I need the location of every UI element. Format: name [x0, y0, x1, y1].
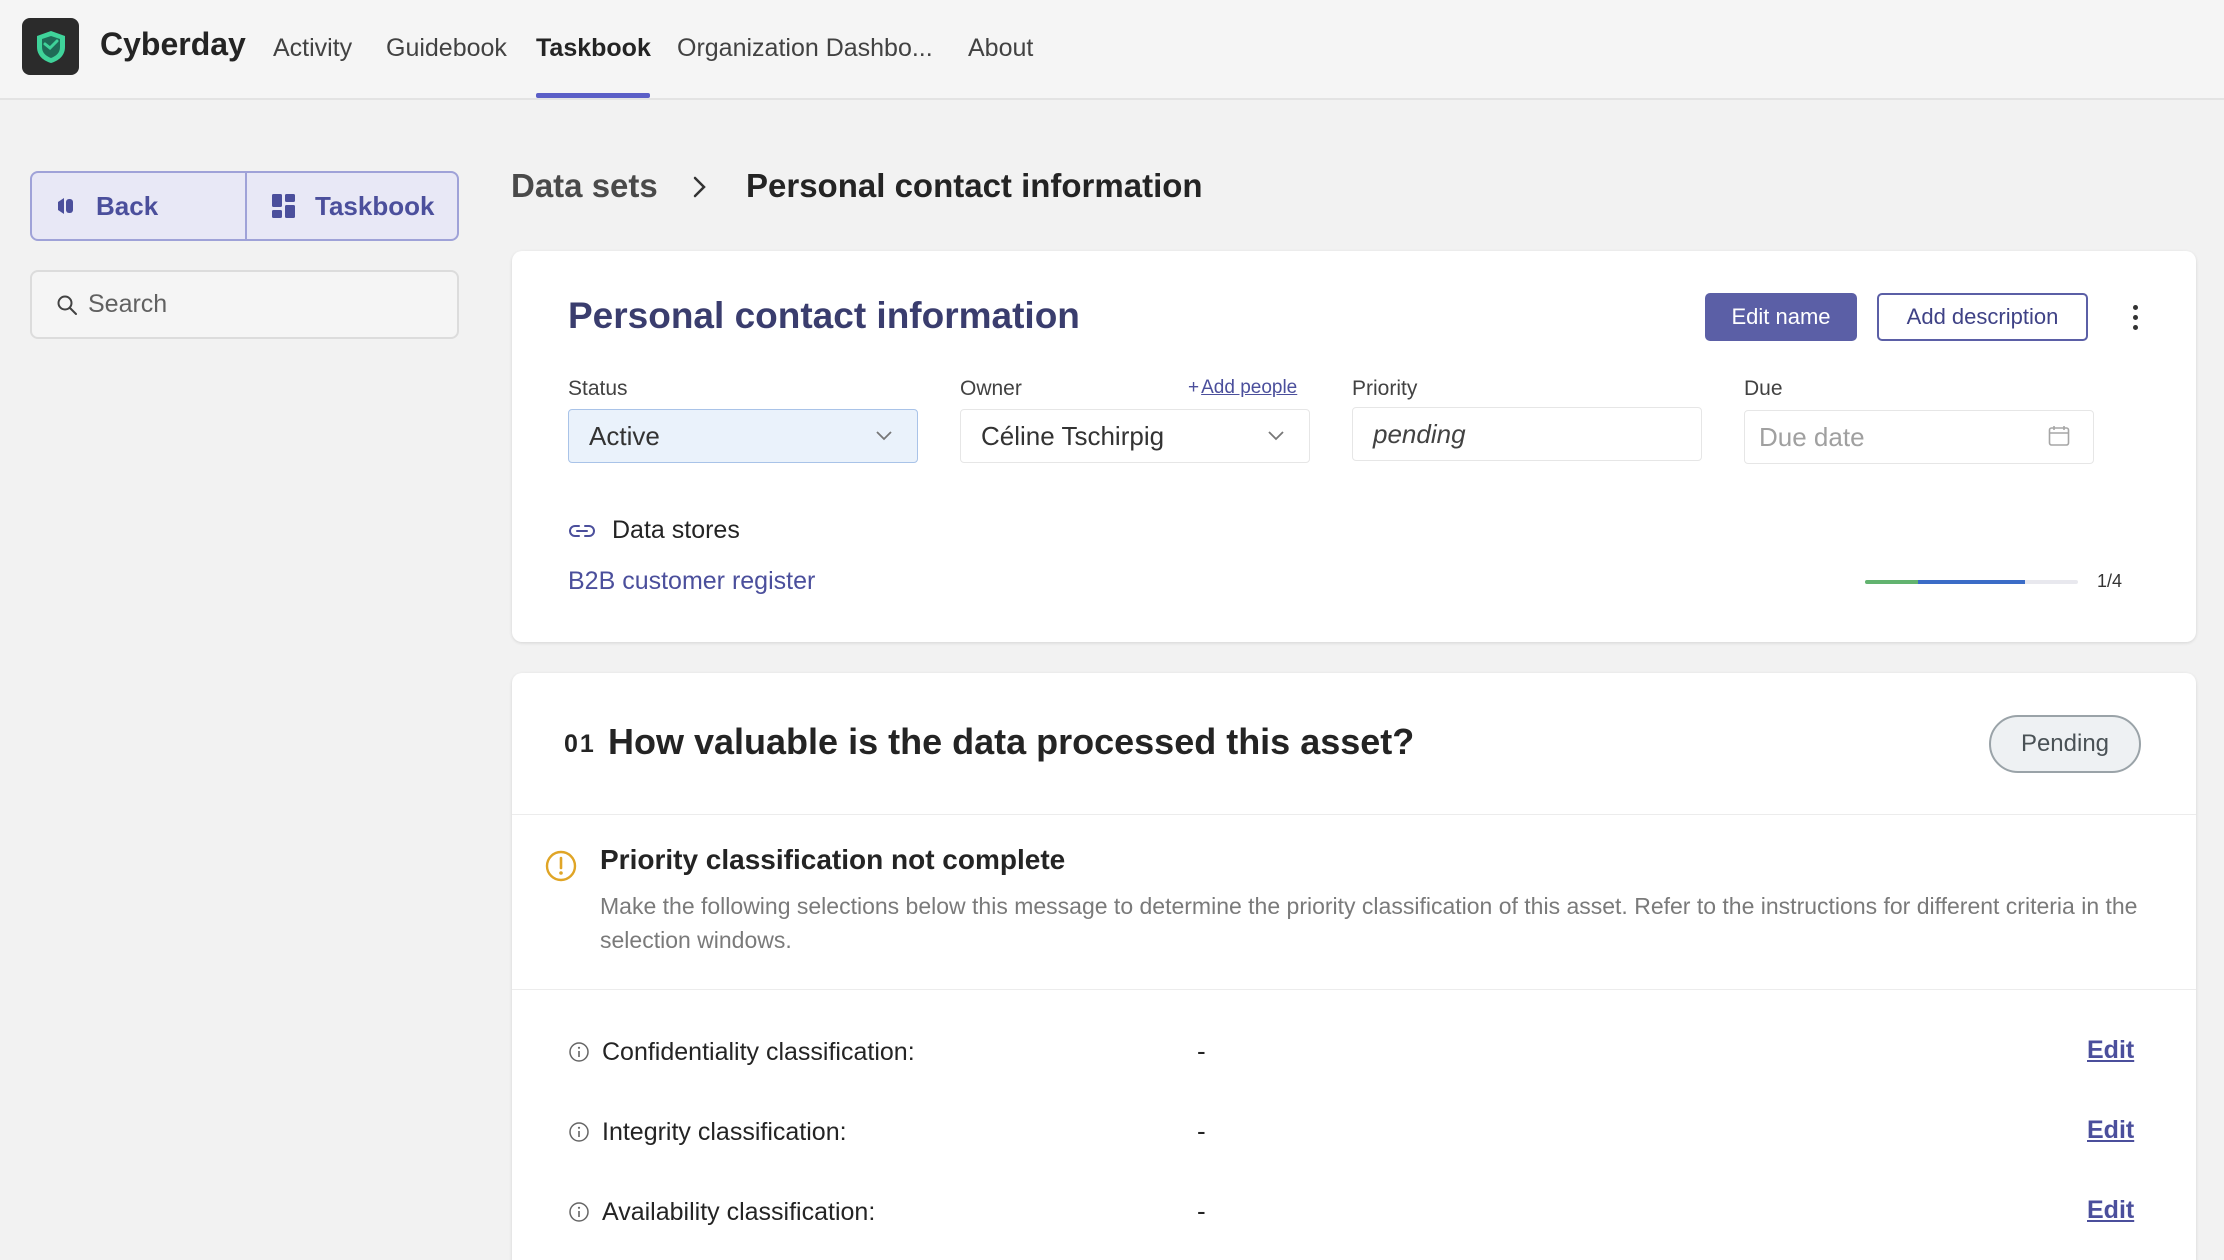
- chevron-down-icon: [1268, 431, 1284, 441]
- status-badge[interactable]: Pending: [1989, 715, 2141, 773]
- tab-guidebook[interactable]: Guidebook: [386, 34, 507, 63]
- owner-label: Owner: [960, 377, 1022, 400]
- add-people-link[interactable]: + Add people: [1188, 377, 1297, 399]
- due-label: Due: [1744, 377, 1783, 400]
- calendar-icon: [2048, 426, 2070, 446]
- owner-select[interactable]: Céline Tschirpig: [960, 409, 1310, 463]
- cyberday-logo-icon[interactable]: [22, 18, 79, 75]
- due-date-input[interactable]: Due date: [1744, 410, 2094, 464]
- confidentiality-label: Confidentiality classification:: [602, 1037, 915, 1066]
- status-value: Active: [589, 420, 660, 451]
- breadcrumb-current: Personal contact information: [746, 167, 1203, 204]
- warning-text: Make the following selections below this…: [600, 893, 2138, 953]
- confidentiality-value: -: [1197, 1036, 1206, 1066]
- question-card: 01 How valuable is the data processed th…: [512, 673, 2196, 1260]
- availability-value: -: [1197, 1196, 1206, 1226]
- info-icon: [569, 1122, 589, 1142]
- integrity-value: -: [1197, 1116, 1206, 1146]
- confidentiality-row: Confidentiality classification:: [568, 1034, 915, 1070]
- chevron-right-icon: [693, 176, 706, 198]
- owner-value: Céline Tschirpig: [981, 420, 1165, 451]
- back-label: Back: [96, 190, 159, 221]
- back-icon: [58, 198, 73, 214]
- info-icon: [569, 1042, 589, 1062]
- integrity-label: Integrity classification:: [602, 1117, 847, 1146]
- add-description-button[interactable]: Add description: [1877, 293, 2088, 341]
- availability-row: Availability classification:: [568, 1194, 875, 1230]
- divider: [512, 989, 2196, 990]
- asset-details-card: Personal contact information Edit name A…: [512, 251, 2196, 642]
- chevron-down-icon: [876, 431, 892, 441]
- edit-name-button[interactable]: Edit name: [1705, 293, 1857, 341]
- priority-value: pending: [1373, 418, 1466, 449]
- back-taskbook-segmented-control: Back Taskbook: [30, 171, 459, 241]
- priority-label: Priority: [1352, 377, 1418, 400]
- back-button[interactable]: Back: [32, 173, 245, 239]
- priority-field: pending: [1352, 407, 1702, 461]
- status-label: Status: [568, 377, 628, 400]
- tab-organization-dashboard[interactable]: Organization Dashbo...: [677, 34, 933, 63]
- tab-activity[interactable]: Activity: [273, 34, 352, 63]
- confidentiality-edit-link[interactable]: Edit: [2087, 1036, 2134, 1065]
- info-icon: [569, 1202, 589, 1222]
- question-number: 01: [564, 730, 596, 758]
- search-input[interactable]: [88, 290, 438, 319]
- due-date-placeholder: Due date: [1759, 421, 1865, 452]
- progress-segment-green: [1865, 580, 1919, 584]
- divider: [512, 814, 2196, 815]
- progress-label: 1/4: [2097, 571, 2123, 591]
- search-box: [30, 270, 459, 339]
- progress-bar: [1865, 580, 2078, 584]
- progress-segment-blue: [1918, 580, 2025, 584]
- availability-edit-link[interactable]: Edit: [2087, 1196, 2134, 1225]
- grid-icon: [272, 194, 295, 218]
- taskbook-label: Taskbook: [315, 190, 435, 221]
- breadcrumb-data-sets[interactable]: Data sets: [511, 167, 658, 205]
- warning-icon: [545, 850, 577, 882]
- availability-label: Availability classification:: [602, 1197, 876, 1226]
- tab-taskbook[interactable]: Taskbook: [536, 34, 651, 63]
- data-store-link[interactable]: B2B customer register: [568, 567, 815, 596]
- taskbook-button[interactable]: Taskbook: [245, 173, 457, 239]
- data-stores-label: Data stores: [612, 516, 740, 544]
- link-icon: [569, 524, 595, 537]
- integrity-row: Integrity classification:: [568, 1114, 847, 1150]
- integrity-edit-link[interactable]: Edit: [2087, 1116, 2134, 1145]
- data-stores-header: Data stores: [568, 516, 740, 545]
- status-select[interactable]: Active: [568, 409, 918, 463]
- active-tab-indicator: [536, 93, 650, 98]
- question-title: How valuable is the data processed this …: [608, 721, 1415, 762]
- asset-title: Personal contact information: [568, 295, 1080, 336]
- top-navigation-bar: Cyberday Activity Guidebook Taskbook Org…: [0, 0, 2224, 100]
- add-people-label: Add people: [1201, 377, 1298, 398]
- more-options-icon[interactable]: [2120, 297, 2150, 337]
- app-title: Cyberday: [100, 26, 246, 62]
- search-icon: [57, 295, 77, 315]
- tab-about[interactable]: About: [968, 34, 1033, 63]
- warning-title: Priority classification not complete: [600, 844, 1066, 875]
